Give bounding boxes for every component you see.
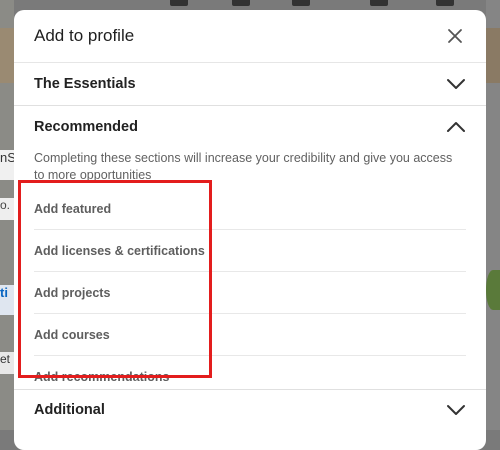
close-button[interactable]: [442, 23, 468, 49]
section-description: Completing these sections will increase …: [34, 151, 453, 182]
add-courses-link[interactable]: Add courses: [34, 314, 466, 356]
section-title-recommended: Recommended: [34, 119, 138, 135]
add-to-profile-modal: Add to profile The Essentials Recommende…: [14, 10, 486, 450]
add-featured-link[interactable]: Add featured: [34, 188, 466, 230]
chevron-down-icon: [447, 405, 465, 415]
section-title-additional: Additional: [34, 402, 105, 418]
chevron-down-icon: [447, 79, 465, 89]
section-title-essentials: The Essentials: [34, 76, 136, 92]
background-button-fragment: ti: [0, 285, 14, 315]
background-banner-right: [486, 28, 500, 83]
background-nav-icon: [436, 0, 454, 6]
section-additional-container: Additional: [14, 389, 486, 430]
background-nav-icon: [232, 0, 250, 6]
section-recommended-toggle[interactable]: Recommended: [14, 106, 486, 148]
background-avatar-fragment: [486, 270, 500, 310]
modal-title: Add to profile: [34, 26, 135, 45]
section-additional-toggle[interactable]: Additional: [14, 390, 486, 430]
add-projects-link[interactable]: Add projects: [34, 272, 466, 314]
modal-header: Add to profile: [14, 10, 486, 63]
add-licenses-certifications-link[interactable]: Add licenses & certifications: [34, 230, 466, 272]
recommended-items-list: Add featured Add licenses & certificatio…: [14, 188, 486, 397]
background-banner-left: [0, 28, 14, 83]
background-text-fragment: o.: [0, 198, 14, 220]
close-icon: [448, 29, 462, 43]
section-essentials-toggle[interactable]: The Essentials: [14, 63, 486, 105]
background-text-fragment: et: [0, 352, 14, 374]
background-nav-icon: [370, 0, 388, 6]
background-text-fragment: nS: [0, 150, 14, 180]
chevron-up-icon: [447, 122, 465, 132]
background-nav-icon: [170, 0, 188, 6]
background-nav-icon: [292, 0, 310, 6]
